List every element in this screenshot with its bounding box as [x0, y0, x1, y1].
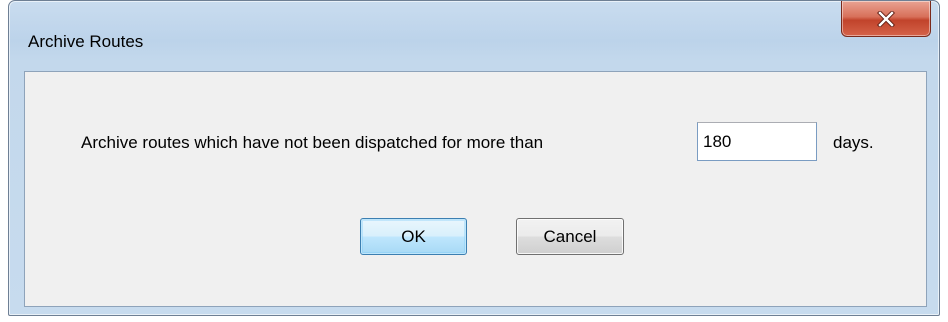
days-suffix-label: days.	[833, 133, 874, 152]
cancel-button[interactable]: Cancel	[516, 218, 624, 255]
ok-button[interactable]: OK	[360, 218, 467, 255]
close-icon	[877, 10, 895, 27]
window-title: Archive Routes	[28, 32, 144, 51]
dialog-body: Archive routes which have not been dispa…	[24, 71, 927, 307]
days-input[interactable]	[697, 122, 817, 161]
archive-message-label: Archive routes which have not been dispa…	[81, 133, 544, 152]
archive-routes-dialog: Archive Routes Archive routes which have…	[8, 0, 940, 316]
archive-threshold-row: Archive routes which have not been dispa…	[25, 122, 926, 162]
close-button[interactable]	[841, 1, 931, 37]
